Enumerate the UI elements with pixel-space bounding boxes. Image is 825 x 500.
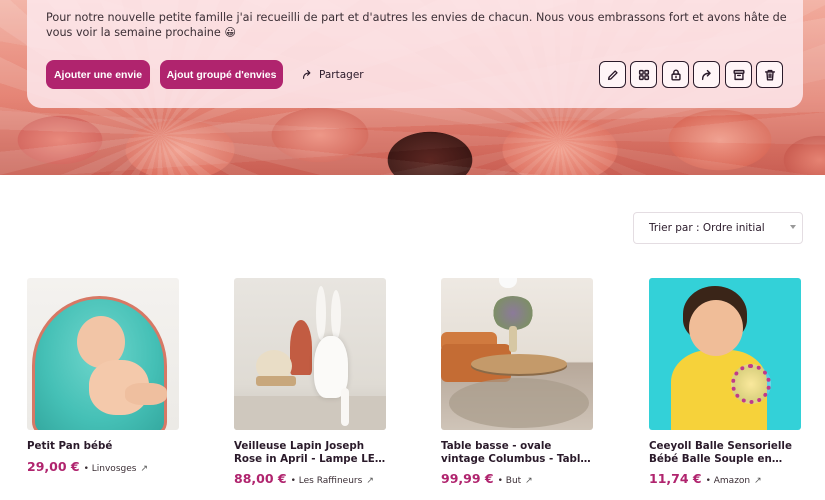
hero-banner: Pour notre nouvelle petite famille j'ai … [0,0,825,175]
product-store[interactable]: • Amazon [706,476,751,486]
product-store[interactable]: • Les Raffineurs [291,476,363,486]
chevron-down-icon [790,225,796,229]
product-store[interactable]: • But [498,476,522,486]
product-store[interactable]: • Linvosges [84,464,137,474]
product-card[interactable]: Ceeyoll Balle Sensorielle Bébé Balle Sou… [649,278,802,486]
pencil-icon [607,69,618,80]
grid-icon [638,69,649,80]
sort-select[interactable]: Trier par : Ordre initial [633,212,803,244]
sort-label: Trier par : Ordre initial [649,222,765,234]
product-price: 88,00 € [234,471,287,486]
add-wish-button[interactable]: Ajouter une envie [46,60,150,89]
share-label: Partager [319,68,364,81]
product-price-row: 88,00 € • Les Raffineurs ↗ [234,471,387,486]
product-image[interactable] [27,278,179,430]
external-link-icon[interactable]: ↗ [140,464,148,474]
lock-icon [670,69,681,81]
layout-button[interactable] [630,61,657,88]
product-card[interactable]: Table basse - ovale vintage Columbus - T… [441,278,594,486]
share-arrow-icon [303,70,311,79]
product-title[interactable]: Veilleuse Lapin Joseph Rose in April - L… [234,440,389,465]
product-image[interactable] [441,278,593,430]
product-price: 99,99 € [441,471,494,486]
share-icon [701,69,711,80]
group-add-button[interactable]: Ajout groupé d'envies [160,60,283,89]
product-price-row: 29,00 € • Linvosges ↗ [27,459,180,474]
external-link-icon[interactable]: ↗ [754,476,762,486]
product-card[interactable]: Petit Pan bébé 29,00 € • Linvosges ↗ [27,278,180,474]
trash-icon [764,69,775,81]
archive-button[interactable] [725,61,752,88]
external-link-icon[interactable]: ↗ [525,476,533,486]
product-price: 11,74 € [649,471,702,486]
product-price: 29,00 € [27,458,80,474]
product-price-row: 11,74 € • Amazon ↗ [649,471,802,486]
archive-icon [732,69,745,80]
edit-button[interactable] [599,61,626,88]
product-title[interactable]: Table basse - ovale vintage Columbus - T… [441,440,596,465]
product-card[interactable]: Veilleuse Lapin Joseph Rose in April - L… [234,278,387,486]
list-header-card: Pour notre nouvelle petite famille j'ai … [27,0,803,108]
product-price-row: 99,99 € • But ↗ [441,471,594,486]
share-link[interactable]: Partager [302,60,364,89]
product-title[interactable]: Petit Pan bébé [27,440,182,453]
product-title[interactable]: Ceeyoll Balle Sensorielle Bébé Balle Sou… [649,440,804,465]
delete-button[interactable] [756,61,783,88]
list-description: Pour notre nouvelle petite famille j'ai … [46,11,787,39]
external-link-icon[interactable]: ↗ [366,476,374,486]
product-image[interactable] [649,278,801,430]
privacy-button[interactable] [662,61,689,88]
product-image[interactable] [234,278,386,430]
share-button[interactable] [693,61,720,88]
